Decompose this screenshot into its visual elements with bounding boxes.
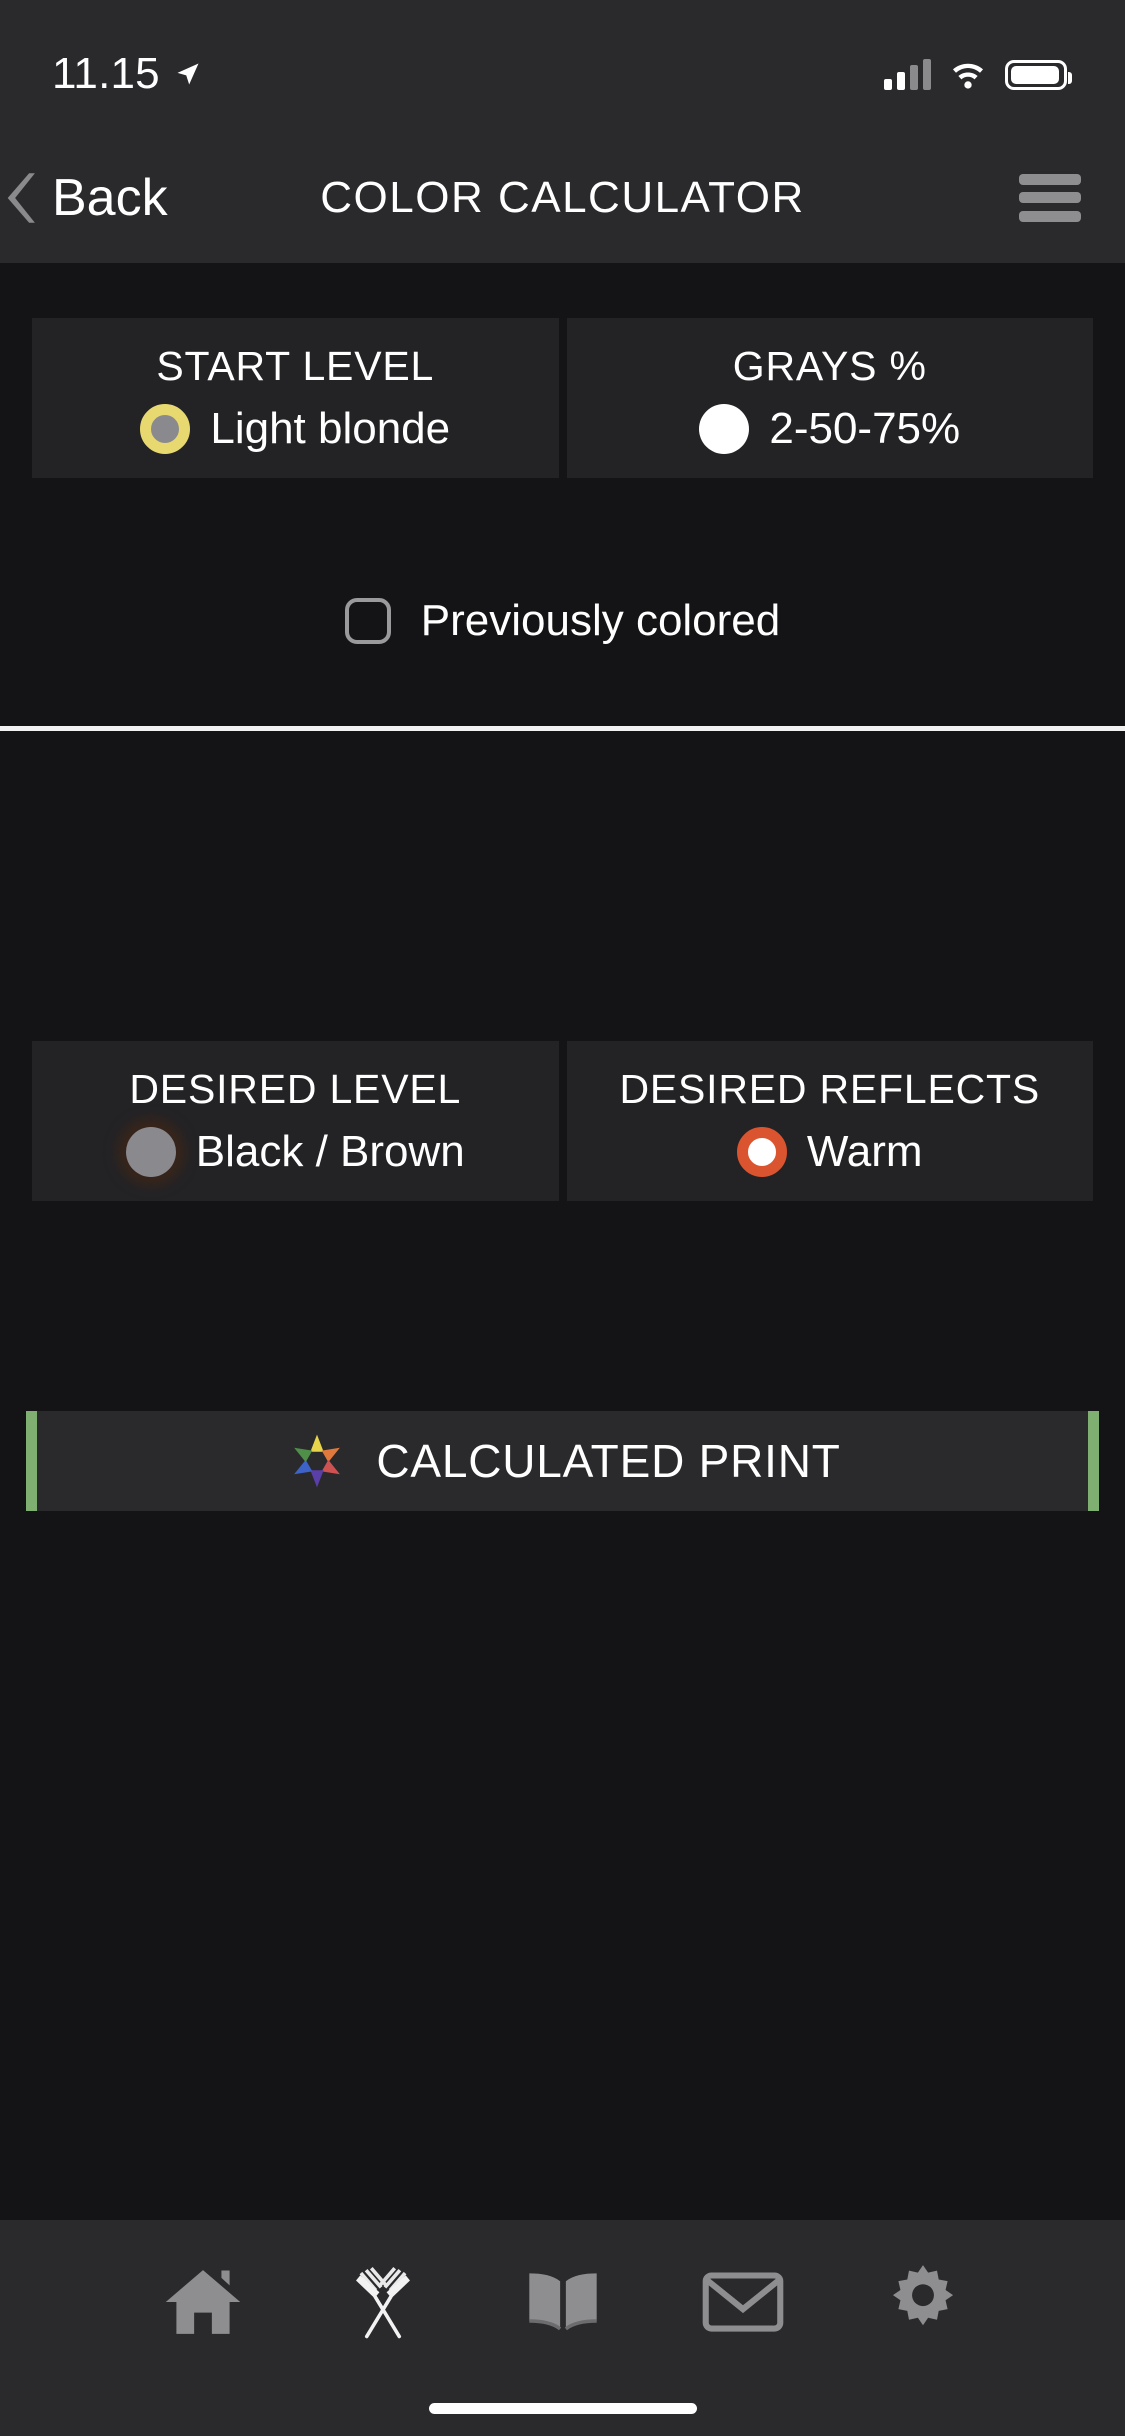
desired-section: DESIRED LEVEL Black / Brown DESIRED REFL…: [0, 1041, 1125, 1201]
crossed-brushes-icon: [355, 2267, 410, 2339]
back-button[interactable]: Back: [0, 132, 168, 263]
tab-book[interactable]: [473, 2252, 653, 2352]
grays-percent-swatch-icon: [699, 403, 750, 454]
start-level-value-row: Light blonde: [140, 403, 451, 454]
start-level-swatch-icon: [140, 403, 191, 454]
desired-level-title: DESIRED LEVEL: [129, 1065, 462, 1112]
color-star-icon: [294, 1434, 341, 1488]
status-bar-right: [884, 59, 1072, 91]
calculated-print-label: CALCULATED PRINT: [376, 1435, 841, 1487]
home-indicator: [428, 2403, 697, 2414]
nav-bar: COLOR CALCULATOR Back: [0, 132, 1125, 263]
desired-level-value: Black / Brown: [195, 1126, 465, 1176]
desired-reflects-swatch-icon: [736, 1126, 787, 1177]
grays-percent-title: GRAYS %: [732, 342, 927, 389]
app-screen: 11.15 COLOR CALCULATOR Back START LEVEL …: [0, 0, 1125, 2436]
desired-card-row: DESIRED LEVEL Black / Brown DESIRED REFL…: [0, 1041, 1125, 1201]
envelope-icon: [702, 2272, 783, 2332]
open-book-icon: [528, 2273, 597, 2331]
tab-bar: [0, 2220, 1125, 2436]
gear-icon: [892, 2265, 953, 2326]
wifi-icon: [952, 63, 984, 89]
start-level-title: START LEVEL: [156, 342, 435, 389]
desired-reflects-value: Warm: [806, 1126, 923, 1176]
desired-reflects-title: DESIRED REFLECTS: [619, 1065, 1041, 1112]
desired-level-value-row: Black / Brown: [125, 1126, 465, 1177]
desired-reflects-card[interactable]: DESIRED REFLECTS Warm: [566, 1041, 1093, 1201]
tab-brushes[interactable]: [293, 2252, 473, 2352]
tab-home[interactable]: [113, 2252, 293, 2352]
calculated-print-button[interactable]: CALCULATED PRINT: [26, 1411, 1099, 1511]
desired-reflects-value-row: Warm: [736, 1126, 923, 1177]
start-level-value: Light blonde: [210, 403, 451, 453]
desired-level-card[interactable]: DESIRED LEVEL Black / Brown: [32, 1041, 559, 1201]
tab-mail[interactable]: [653, 2252, 833, 2352]
grays-percent-value: 2-50-75%: [769, 403, 961, 453]
status-bar: 11.15: [0, 0, 1125, 132]
previously-colored-row[interactable]: Previously colored: [0, 596, 1125, 646]
cellular-signal-icon: [884, 59, 931, 90]
grays-percent-card[interactable]: GRAYS % 2-50-75%: [566, 318, 1093, 478]
previously-colored-checkbox[interactable]: [344, 598, 391, 644]
status-bar-left: 11.15: [52, 49, 202, 99]
previously-colored-label: Previously colored: [420, 596, 781, 645]
tab-settings[interactable]: [833, 2252, 1013, 2352]
hamburger-menu-icon[interactable]: [1019, 173, 1081, 222]
status-time: 11.15: [52, 49, 160, 98]
grays-percent-value-row: 2-50-75%: [699, 403, 961, 454]
start-section: START LEVEL Light blonde GRAYS % 2-50-75…: [0, 263, 1125, 731]
battery-icon: [1005, 60, 1072, 90]
start-level-card[interactable]: START LEVEL Light blonde: [32, 318, 559, 478]
location-arrow-icon: [177, 63, 199, 85]
desired-level-swatch-icon: [125, 1126, 176, 1177]
page-title: COLOR CALCULATOR: [320, 172, 805, 222]
back-button-label: Back: [52, 168, 168, 227]
main-content: START LEVEL Light blonde GRAYS % 2-50-75…: [0, 263, 1125, 2436]
calculate-section: CALCULATED PRINT: [0, 1411, 1125, 1511]
start-card-row: START LEVEL Light blonde GRAYS % 2-50-75…: [0, 318, 1125, 478]
chevron-left-icon: [7, 172, 35, 223]
section-divider: [0, 726, 1125, 731]
home-icon: [165, 2270, 240, 2334]
